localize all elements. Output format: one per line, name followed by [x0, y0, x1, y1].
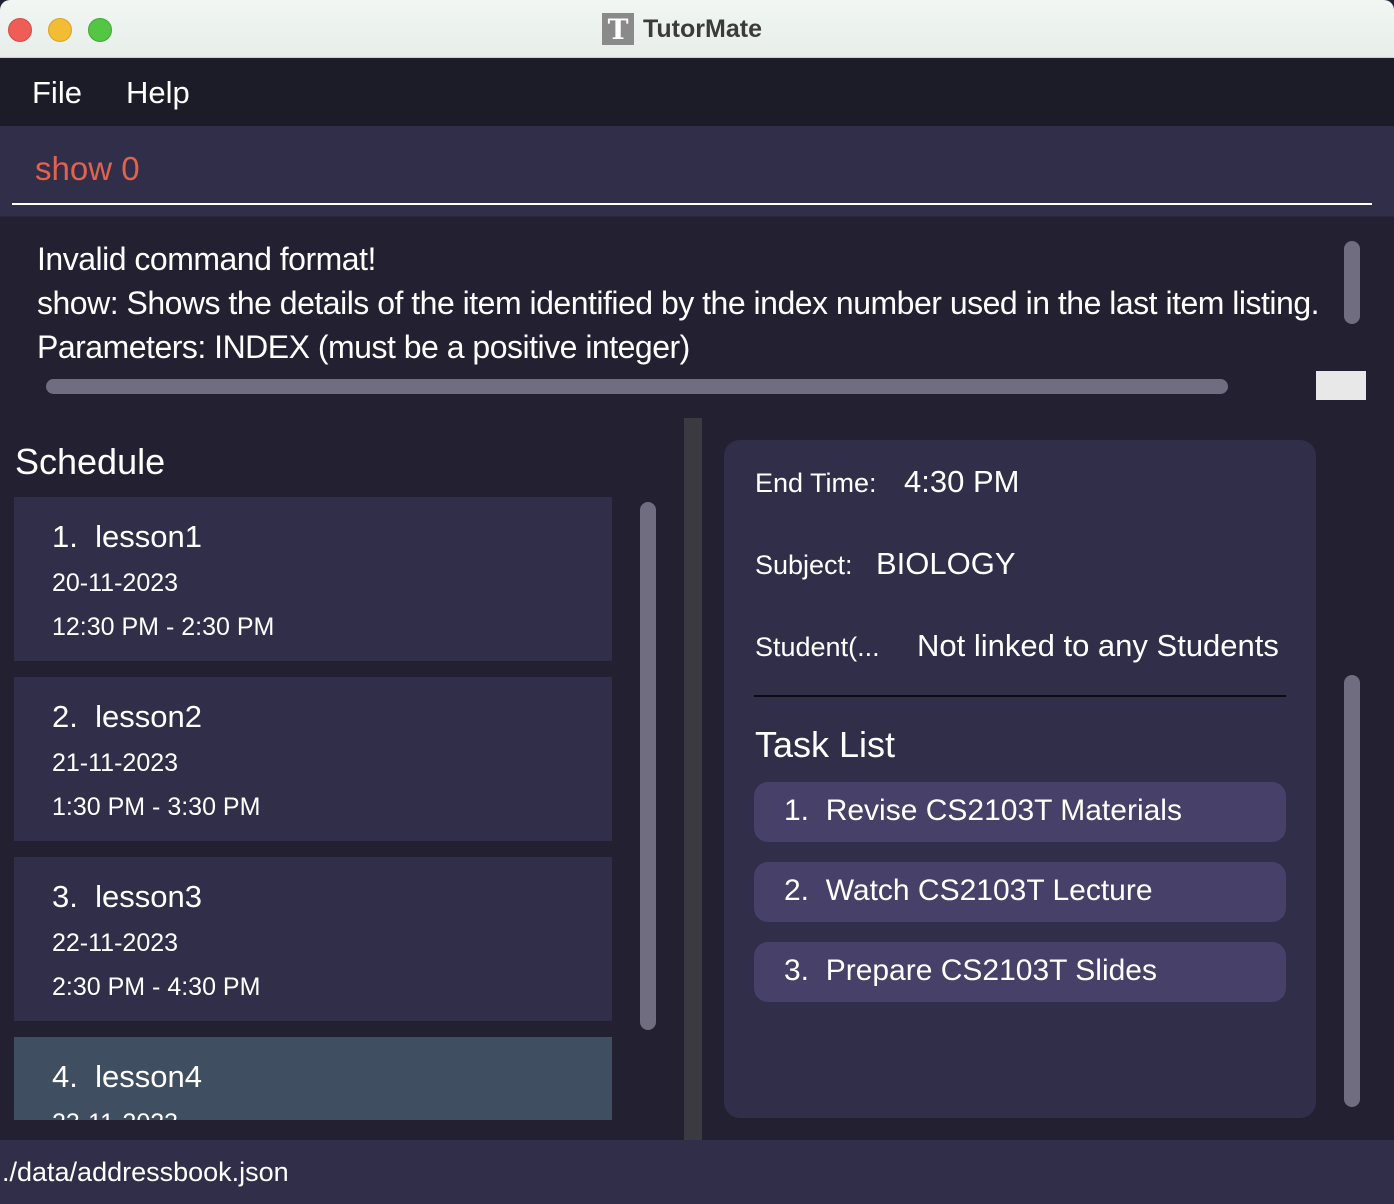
result-line: show: Shows the details of the item iden…: [37, 285, 1318, 321]
menu-file[interactable]: File: [32, 75, 82, 111]
maximize-window-button[interactable]: [88, 18, 112, 42]
split-pane-divider[interactable]: [684, 418, 702, 1140]
detail-scrollbar[interactable]: [1344, 675, 1360, 1107]
lesson-name: 4. lesson4: [52, 1059, 202, 1094]
result-text-area[interactable]: Invalid command format! show: Shows the …: [0, 217, 1318, 377]
lesson-time: 12:30 PM - 2:30 PM: [52, 613, 275, 641]
result-horizontal-scrollbar[interactable]: [46, 379, 1228, 394]
lesson-name: 1. lesson1: [52, 519, 202, 554]
result-line: Parameters: INDEX (must be a positive in…: [37, 329, 690, 365]
task-label: 2. Watch CS2103T Lecture: [784, 874, 1153, 907]
lesson-name: 2. lesson2: [52, 699, 202, 734]
menu-bar: File Help: [0, 59, 1394, 126]
data-file-path: ./data/addressbook.json: [2, 1157, 289, 1187]
command-input-underline: [12, 203, 1372, 205]
status-bar: ./data/addressbook.json: [0, 1140, 1394, 1204]
minimize-window-button[interactable]: [48, 18, 72, 42]
command-input[interactable]: show 0: [35, 150, 140, 188]
command-box[interactable]: show 0: [0, 126, 1394, 216]
task-item[interactable]: 3. Prepare CS2103T Slides: [754, 942, 1286, 1002]
app-title-group: T TutorMate: [602, 12, 762, 46]
menu-help[interactable]: Help: [126, 75, 190, 111]
end-time-label: End Time:: [755, 468, 877, 498]
detail-separator: [754, 695, 1286, 697]
app-window: T TutorMate File Help show 0 Invalid com…: [0, 0, 1394, 1204]
subject-label: Subject:: [755, 550, 853, 580]
lesson-time: 2:30 PM - 4:30 PM: [52, 973, 261, 1001]
lesson-date: 23-11-2023: [52, 1109, 178, 1120]
lesson-card[interactable]: 1. lesson1 20-11-2023 12:30 PM - 2:30 PM: [14, 497, 612, 661]
task-label: 1. Revise CS2103T Materials: [784, 794, 1182, 827]
result-display: Invalid command format! show: Shows the …: [0, 216, 1394, 416]
end-time-value: 4:30 PM: [904, 464, 1020, 499]
lesson-detail-card: End Time: 4:30 PM Subject: BIOLOGY Stude…: [724, 440, 1316, 1118]
task-label: 3. Prepare CS2103T Slides: [784, 954, 1157, 987]
result-vertical-scrollbar[interactable]: [1344, 241, 1360, 324]
student-value: Not linked to any Students: [917, 628, 1279, 663]
detail-panel: End Time: 4:30 PM Subject: BIOLOGY Stude…: [702, 417, 1394, 1140]
lesson-date: 20-11-2023: [52, 569, 179, 597]
lesson-card[interactable]: 3. lesson3 22-11-2023 2:30 PM - 4:30 PM: [14, 857, 612, 1021]
schedule-panel: Schedule 1. lesson1 20-11-2023 12:30 PM …: [0, 417, 684, 1140]
lesson-time: 1:30 PM - 3:30 PM: [52, 793, 261, 821]
schedule-title: Schedule: [15, 441, 166, 482]
lesson-list[interactable]: 1. lesson1 20-11-2023 12:30 PM - 2:30 PM…: [14, 497, 612, 1120]
title-bar: T TutorMate: [0, 0, 1394, 58]
app-title: TutorMate: [643, 14, 762, 43]
close-window-button[interactable]: [8, 18, 32, 42]
task-item[interactable]: 1. Revise CS2103T Materials: [754, 782, 1286, 842]
result-line: Invalid command format!: [37, 241, 376, 277]
subject-value: BIOLOGY: [876, 546, 1016, 581]
lesson-date: 22-11-2023: [52, 929, 179, 957]
lesson-card-selected[interactable]: 4. lesson4 23-11-2023: [14, 1037, 612, 1120]
lesson-list-scrollbar[interactable]: [640, 502, 656, 1030]
task-item[interactable]: 2. Watch CS2103T Lecture: [754, 862, 1286, 922]
lesson-card[interactable]: 2. lesson2 21-11-2023 1:30 PM - 3:30 PM: [14, 677, 612, 841]
student-label: Student(...: [755, 632, 880, 662]
scrollbar-corner: [1316, 371, 1366, 400]
lesson-date: 21-11-2023: [52, 749, 179, 777]
lesson-name: 3. lesson3: [52, 879, 202, 914]
task-list-title: Task List: [755, 724, 896, 765]
app-logo-icon: T: [602, 13, 634, 46]
